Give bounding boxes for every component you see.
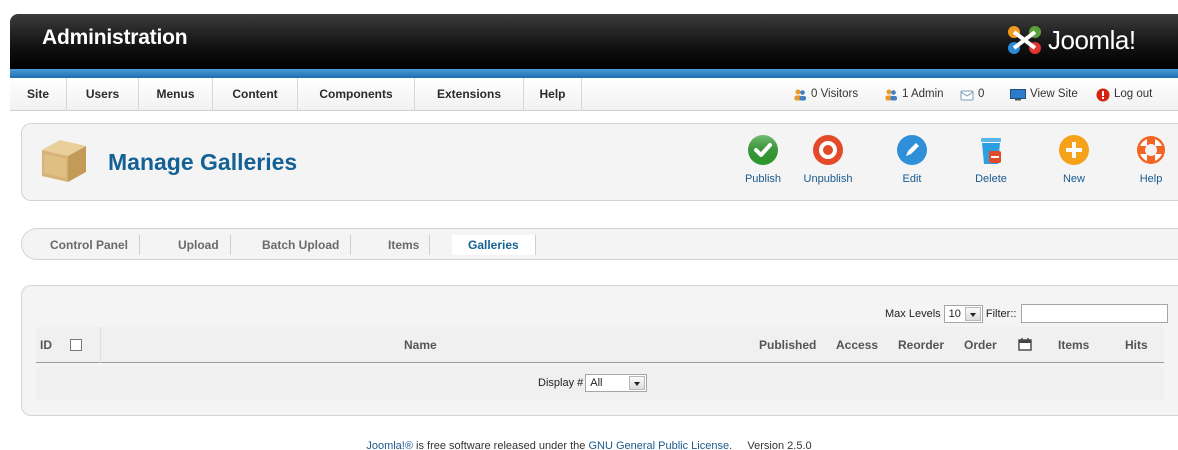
max-levels-label: Max Levels (885, 307, 941, 320)
menu-help[interactable]: Help (524, 78, 582, 111)
submenu-control-panel[interactable]: Control Panel (39, 235, 141, 255)
edit-icon (897, 135, 927, 165)
message-icon (960, 90, 974, 100)
menu-site[interactable]: Site (10, 78, 67, 111)
view-site-link[interactable]: View Site (1010, 78, 1078, 111)
chevron-down-icon (629, 376, 646, 390)
edit-button[interactable]: Edit (882, 134, 942, 194)
col-items[interactable]: Items (1058, 327, 1089, 363)
new-button[interactable]: New (1044, 134, 1104, 194)
galleries-box-icon (42, 140, 86, 182)
logo-text: Joomla! (1048, 24, 1136, 55)
main-menu: Site Users Menus Content Components Exte… (10, 78, 1178, 111)
menu-users[interactable]: Users (67, 78, 139, 111)
unpublish-button[interactable]: Unpublish (798, 134, 858, 194)
status-visitors: 0 Visitors (793, 78, 858, 111)
col-id[interactable]: ID (40, 327, 52, 363)
help-button[interactable]: Help (1121, 134, 1178, 194)
component-submenu: Control Panel Upload Batch Upload Items … (21, 228, 1178, 260)
select-all-checkbox[interactable] (70, 339, 82, 351)
joomla-logo: Joomla! (1004, 22, 1136, 58)
filter-input[interactable] (1021, 304, 1169, 323)
filter-bar: Max Levels 10 Filter:: (885, 304, 1169, 323)
menu-extensions[interactable]: Extensions (415, 78, 524, 111)
submenu-batch-upload[interactable]: Batch Upload (251, 235, 352, 255)
joomla-link[interactable]: Joomla!® (366, 440, 413, 450)
joomla-logo-icon (1008, 26, 1041, 54)
chevron-down-icon (964, 306, 981, 321)
trash-icon (981, 138, 1001, 164)
header-title: Administration (42, 26, 188, 49)
display-count-select[interactable]: All (585, 374, 648, 392)
plus-icon (1059, 135, 1089, 165)
menu-components[interactable]: Components (298, 78, 415, 111)
col-hits[interactable]: Hits (1125, 327, 1148, 363)
status-messages[interactable]: 0 (960, 78, 984, 111)
logout-link[interactable]: Log out (1096, 78, 1152, 111)
submenu-upload[interactable]: Upload (167, 235, 231, 255)
display-label: Display # (538, 377, 584, 389)
header-accent-bar (10, 69, 1178, 78)
page-title: Manage Galleries (108, 149, 298, 175)
col-reorder[interactable]: Reorder (898, 327, 944, 363)
delete-button[interactable]: Delete (961, 134, 1021, 194)
column-divider (94, 327, 101, 363)
col-published[interactable]: Published (759, 327, 816, 363)
save-order-icon[interactable] (1018, 338, 1032, 352)
gpl-license-link[interactable]: GNU General Public License (588, 440, 729, 450)
version-text: . Version 2.5.0 (729, 440, 812, 450)
status-admins: 1 Admin (884, 78, 944, 111)
lifebuoy-icon (1137, 136, 1165, 164)
col-access[interactable]: Access (836, 327, 878, 363)
submenu-items[interactable]: Items (378, 235, 431, 255)
toolbar-panel: Manage Galleries Publish Unpublish Edit … (21, 123, 1178, 201)
table-header: ID Name Published Access Reorder Order I… (36, 327, 1164, 363)
publish-icon (748, 135, 778, 165)
publish-button[interactable]: Publish (733, 134, 793, 194)
monitor-icon (1010, 88, 1026, 100)
logout-icon (1096, 88, 1110, 101)
admin-icon (885, 89, 897, 100)
filter-label: Filter:: (985, 307, 1017, 320)
table-footer: Display # All (36, 366, 1164, 400)
menu-menus[interactable]: Menus (139, 78, 213, 111)
users-icon (794, 89, 806, 100)
submenu-galleries[interactable]: Galleries (452, 235, 536, 255)
col-name[interactable]: Name (404, 327, 437, 363)
display-count: Display # All (538, 374, 648, 392)
col-order[interactable]: Order (964, 327, 997, 363)
max-levels-select[interactable]: 10 (943, 304, 983, 323)
page-footer: Joomla!® is free software released under… (366, 440, 812, 450)
unpublish-icon (813, 135, 843, 165)
menu-content[interactable]: Content (213, 78, 298, 111)
admin-header: Administration Joomla! (10, 14, 1178, 69)
